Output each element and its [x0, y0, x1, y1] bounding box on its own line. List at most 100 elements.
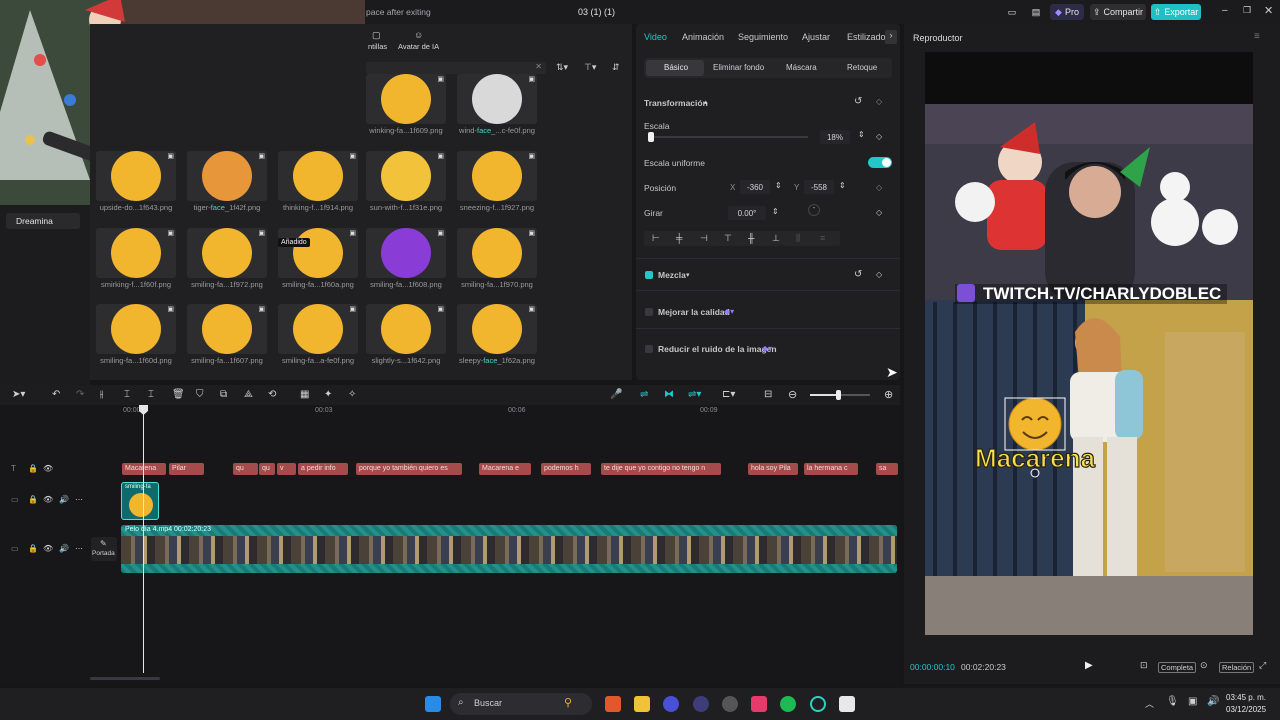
delete-icon[interactable]: 🗑 [172, 389, 185, 400]
complete-button[interactable]: Completa [1158, 662, 1197, 673]
shortcut-icon[interactable]: ▤ [1028, 4, 1044, 20]
media-thumbnail[interactable]: ▣ [187, 304, 267, 354]
scale-slider-handle[interactable] [648, 132, 655, 142]
collapse-icon[interactable]: ▴ [704, 98, 708, 106]
tab-ai-avatar[interactable]: ☺ Avatar de IA [396, 30, 444, 52]
app-icon[interactable] [693, 696, 709, 712]
close-icon[interactable]: ✕ [1264, 4, 1273, 17]
filter-icon[interactable]: ⊤▾ [584, 62, 596, 73]
scale-stepper-icon[interactable]: ⇕ [858, 130, 865, 139]
eye-icon[interactable]: 👁 [43, 544, 53, 553]
more-icon[interactable]: ⋯ [75, 544, 83, 553]
blend-checkbox[interactable] [645, 271, 653, 279]
auto-cut-icon[interactable]: ✧ [348, 389, 356, 400]
align-bottom-icon[interactable]: ⊥ [772, 233, 780, 244]
video-clip[interactable]: Pelo día 4.mp4 00:02:20:23 [121, 525, 897, 573]
scale-keyframe-icon[interactable]: ◇ [876, 132, 882, 141]
text-clip[interactable]: porque yo también quiero es [356, 463, 462, 475]
chevron-up-icon[interactable]: ︿ [1145, 697, 1154, 710]
text-clip[interactable]: Macarena [122, 463, 166, 475]
subtab-basic[interactable]: Básico [646, 60, 704, 76]
align-center-v-icon[interactable]: ╫ [748, 233, 754, 243]
more-icon[interactable]: ⋯ [75, 495, 83, 504]
keyframe-icon[interactable]: ◇ [876, 97, 882, 106]
audio-icon[interactable]: 🔊 [59, 544, 69, 553]
zoom-slider-handle[interactable] [836, 390, 841, 400]
media-thumbnail[interactable]: ▣ [457, 74, 537, 124]
search-input[interactable]: ✕ [366, 62, 546, 74]
taskbar-search[interactable]: ⌕ Buscar ⚲ [450, 693, 592, 715]
text-clip[interactable]: sa [876, 463, 898, 475]
crop-icon[interactable]: ⧉ [220, 389, 227, 400]
playhead[interactable] [143, 405, 144, 673]
text-clip[interactable]: podemos h [541, 463, 591, 475]
tab-adjust[interactable]: Ajustar [802, 32, 830, 42]
position-keyframe-icon[interactable]: ◇ [876, 183, 882, 192]
clock-date[interactable]: 03/12/2025 [1226, 705, 1266, 714]
rotate-dial-icon[interactable]: - [808, 204, 820, 216]
media-thumbnail[interactable]: ▣ [96, 151, 176, 201]
align-right-icon[interactable]: ⊣ [700, 233, 708, 244]
text-clip[interactable]: te dije que yo contigo no tengo n [601, 463, 721, 475]
text-clip[interactable]: qu [259, 463, 275, 475]
tab-stylize[interactable]: Estilizado [847, 32, 886, 42]
lock-icon[interactable]: 🔒 [28, 544, 38, 553]
order-icon[interactable]: ⇵ [612, 62, 620, 73]
media-thumbnail[interactable]: ▣ [366, 228, 446, 278]
preview-axis-icon[interactable]: ⊏▾ [722, 389, 735, 400]
split-icon[interactable]: ⫲ [100, 389, 103, 400]
video-preview[interactable]: TWITCH.TV/CHARLYDOBLEC Macarena [925, 52, 1253, 635]
sort-icon[interactable]: ⇅▾ [556, 62, 568, 73]
minimize-icon[interactable]: – [1222, 5, 1228, 16]
undo-icon[interactable]: ↶ [52, 389, 60, 400]
fit-icon[interactable]: ⊡ [1140, 660, 1148, 671]
ratio-button[interactable]: Relación [1219, 662, 1255, 673]
media-thumbnail[interactable]: ▣ [187, 151, 267, 201]
media-thumbnail[interactable]: ▣ [278, 228, 358, 278]
link-clips-icon[interactable]: ⇌▾ [688, 389, 701, 400]
tab-templates[interactable]: ▢ ntillas [368, 30, 394, 52]
zoom-slider[interactable] [810, 390, 870, 400]
pos-y-stepper-icon[interactable]: ⇕ [839, 181, 846, 190]
freeze-icon[interactable]: ▦ [300, 389, 309, 400]
denoise-checkbox[interactable] [645, 345, 653, 353]
blend-expand-icon[interactable]: ▾ [686, 271, 690, 279]
media-thumbnail[interactable]: ▣ [187, 228, 267, 278]
uniform-scale-toggle[interactable] [868, 157, 892, 168]
media-thumbnail[interactable]: ▣ [366, 74, 446, 124]
enhance-checkbox[interactable] [645, 308, 653, 316]
blend-reset-icon[interactable]: ↺ [854, 269, 862, 280]
tab-video[interactable]: Video [644, 32, 667, 42]
rotate-field[interactable]: 0.00° [728, 206, 766, 220]
pos-y-field[interactable]: -558 [804, 180, 834, 194]
media-thumbnail[interactable]: ▣ [278, 304, 358, 354]
rotate-icon[interactable]: ⟲ [268, 389, 276, 400]
play-icon[interactable]: ▶ [1085, 660, 1093, 671]
align-top-icon[interactable]: ⊤ [724, 233, 732, 244]
scale-slider[interactable] [648, 132, 808, 142]
capcut-icon[interactable] [839, 696, 855, 712]
distribute-h-icon[interactable]: ⫼ [796, 233, 800, 244]
media-thumbnail[interactable]: ▣ [278, 151, 358, 201]
align-center-h-icon[interactable]: ╪ [676, 233, 682, 243]
clear-icon[interactable]: ✕ [535, 62, 542, 71]
split-left-icon[interactable]: ⌶ [124, 389, 130, 400]
pro-button[interactable]: ◆ Pro [1050, 4, 1084, 20]
split-right-icon[interactable]: ⌶ [148, 389, 154, 400]
media-thumbnail[interactable]: ▣ [366, 304, 446, 354]
media-thumbnail[interactable]: ▣ [96, 304, 176, 354]
sidebar-item-dreamina[interactable]: Dreamina [6, 213, 80, 229]
windows-start-icon[interactable] [425, 696, 441, 712]
microphone-icon[interactable]: 🎤 [610, 389, 622, 400]
maximize-icon[interactable]: ❐ [1243, 5, 1251, 16]
screenshot-icon[interactable]: ⊙ [1200, 660, 1208, 671]
lock-icon[interactable]: 🔒 [28, 495, 38, 504]
pos-x-stepper-icon[interactable]: ⇕ [775, 181, 782, 190]
tiktok-icon[interactable] [751, 696, 767, 712]
media-thumbnail[interactable]: ▣ [457, 304, 537, 354]
cover-button[interactable]: ✎ Portada [91, 537, 117, 561]
select-tool-icon[interactable]: ➤▾ [12, 389, 25, 400]
redo-icon[interactable]: ↷ [76, 389, 84, 400]
file-explorer-icon[interactable] [634, 696, 650, 712]
media-thumbnail[interactable]: ▣ [96, 228, 176, 278]
